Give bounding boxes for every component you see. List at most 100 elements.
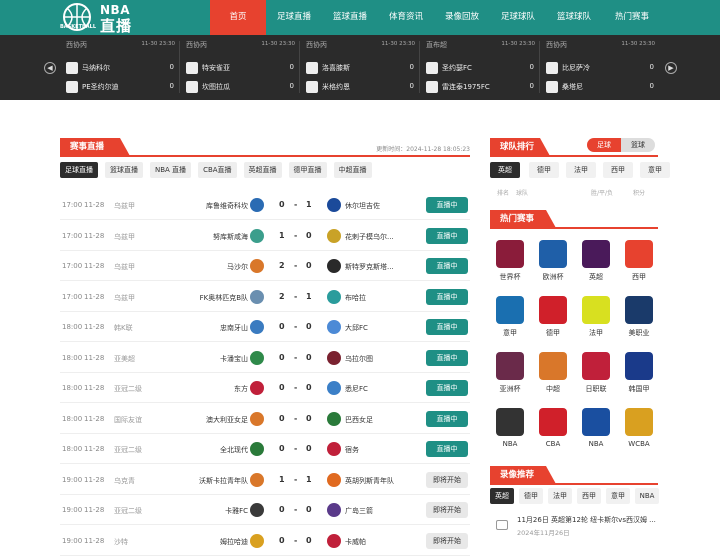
rank-tab-laliga[interactable]: 西甲 (603, 162, 633, 178)
match-row[interactable]: 18:00 11-28 亚冠二级 全北现代 0-0 宿务 直播中 (60, 434, 470, 464)
nav-basketball-live[interactable]: 篮球直播 (322, 0, 378, 35)
hot-event-item[interactable]: 意甲 (490, 294, 530, 344)
site-logo[interactable]: NBA 直播 BASKETBALL (60, 2, 166, 35)
match-row[interactable]: 18:00 11-28 韩K联 忠南牙山 0-0 大邱FC 直播中 (60, 312, 470, 342)
home-team[interactable]: 沃斯卡拉青年队 (199, 476, 248, 486)
tab-basketball-live[interactable]: 篮球直播 (105, 162, 143, 178)
away-team[interactable]: 休尔坦吉佐 (345, 201, 380, 211)
away-team[interactable]: 英胡列斯青年队 (345, 476, 394, 486)
rank-tab-seriea[interactable]: 意甲 (640, 162, 670, 178)
video-tab-nba[interactable]: NBA (635, 488, 659, 504)
video-tab-laliga[interactable]: 西甲 (577, 488, 601, 504)
switch-basketball[interactable]: 篮球 (621, 138, 655, 152)
hot-event-item[interactable]: 德甲 (533, 294, 573, 344)
ticker-game[interactable]: 西协丙 11-30 23:30 比尼萨冷 0 桑塔尼 0 (542, 35, 658, 100)
match-status-button[interactable]: 直播中 (426, 319, 468, 335)
home-team[interactable]: 全北现代 (220, 445, 248, 455)
hot-event-item[interactable]: 美职业 (619, 294, 659, 344)
home-team[interactable]: 澳大利亚女足 (206, 415, 248, 425)
nav-football-teams[interactable]: 足球球队 (490, 0, 546, 35)
match-status-button[interactable]: 直播中 (426, 227, 468, 244)
away-team[interactable]: 宿务 (345, 445, 359, 455)
match-row[interactable]: 19:00 11-28 亚冠二级 卡雅FC 0-0 广岛三箭 即将开始 (60, 495, 470, 525)
away-team[interactable]: 布哈拉 (345, 293, 366, 303)
match-row[interactable]: 17:00 11-28 乌兹甲 库鲁维奇科坎 0-1 休尔坦吉佐 直播中 (60, 190, 470, 220)
away-team[interactable]: 花剌子模乌尔... (345, 232, 394, 242)
hot-event-item[interactable]: NBA (576, 406, 616, 456)
hot-event-item[interactable]: 英超 (576, 238, 616, 288)
match-row[interactable]: 18:00 11-28 亚美超 卡潘宝山 0-0 乌拉尔图 直播中 (60, 343, 470, 373)
ticker-next-button[interactable]: ▶ (665, 62, 677, 74)
away-team[interactable]: 斯特罗克斯塔... (345, 262, 394, 272)
hot-event-item[interactable]: CBA (533, 406, 573, 456)
ticker-game[interactable]: 直布超 11-30 23:30 圣约瑟FC 0 雷连泰1975FC 0 (422, 35, 540, 100)
hot-event-item[interactable]: 亚洲杯 (490, 350, 530, 400)
home-team[interactable]: 卡潘宝山 (220, 354, 248, 364)
rank-tab-bundesliga[interactable]: 德甲 (529, 162, 559, 178)
hot-event-item[interactable]: WCBA (619, 406, 659, 456)
tab-cba-live[interactable]: CBA直播 (198, 162, 237, 178)
away-team[interactable]: 悉尼FC (345, 384, 368, 394)
tab-bundesliga-live[interactable]: 德甲直播 (288, 162, 327, 178)
nav-football-live[interactable]: 足球直播 (266, 0, 322, 35)
match-status-button[interactable]: 即将开始 (426, 471, 468, 488)
hot-event-item[interactable]: 日职联 (576, 350, 616, 400)
match-status-button[interactable]: 直播中 (426, 380, 468, 396)
tab-csl-live[interactable]: 中超直播 (333, 162, 372, 178)
away-team[interactable]: 大邱FC (345, 323, 368, 333)
match-row[interactable]: 17:00 11-28 乌兹甲 努库斯咸海 1-0 花剌子模乌尔... 直播中 (60, 221, 470, 251)
video-tab-ligue1[interactable]: 法甲 (548, 488, 572, 504)
hot-event-item[interactable]: NBA (490, 406, 530, 456)
match-row[interactable]: 18:00 11-28 国际友谊 澳大利亚女足 0-0 巴西女足 直播中 (60, 404, 470, 434)
ticker-game[interactable]: 西协丙 11-30 23:30 洛喜膝斯 0 米格约恩 0 (302, 35, 420, 100)
home-team[interactable]: 忠南牙山 (220, 323, 248, 333)
match-status-button[interactable]: 直播中 (426, 288, 468, 305)
nav-replay[interactable]: 录像回放 (434, 0, 490, 35)
match-row[interactable]: 19:00 11-28 沙特 姆拉哈迪 0-0 卡威帕 即将开始 (60, 526, 470, 556)
match-status-button[interactable]: 直播中 (426, 441, 468, 457)
hot-event-item[interactable]: 韩国甲 (619, 350, 659, 400)
hot-event-item[interactable]: 欧洲杯 (533, 238, 573, 288)
hot-event-item[interactable]: 西甲 (619, 238, 659, 288)
tab-football-live[interactable]: 足球直播 (60, 162, 98, 178)
match-status-button[interactable]: 直播中 (426, 349, 468, 366)
match-status-button[interactable]: 直播中 (426, 410, 468, 427)
match-row[interactable]: 19:00 11-28 乌克青 沃斯卡拉青年队 1-1 英胡列斯青年队 即将开始 (60, 465, 470, 495)
home-team[interactable]: 姆拉哈迪 (220, 537, 248, 547)
match-row[interactable]: 17:00 11-28 乌兹甲 FK奥林匹克B队 2-1 布哈拉 直播中 (60, 282, 470, 312)
away-team[interactable]: 卡威帕 (345, 537, 366, 547)
tab-nba-live[interactable]: NBA 直播 (150, 162, 192, 178)
video-tab-seriea[interactable]: 意甲 (606, 488, 630, 504)
home-team[interactable]: 努库斯咸海 (213, 232, 248, 242)
video-tab-epl[interactable]: 英超 (490, 488, 514, 504)
home-team[interactable]: 马沙尔 (227, 262, 248, 272)
hot-event-item[interactable]: 法甲 (576, 294, 616, 344)
nav-hot-events[interactable]: 热门赛事 (602, 0, 662, 35)
video-tab-bundesliga[interactable]: 德甲 (519, 488, 543, 504)
nav-home[interactable]: 首页 (210, 0, 266, 35)
home-team[interactable]: 卡雅FC (225, 506, 248, 516)
ticker-game[interactable]: 西协丙 11-30 23:30 马纳科尔 0 PE圣约尔迪 0 (62, 35, 180, 100)
match-status-button[interactable]: 直播中 (426, 258, 468, 274)
home-team[interactable]: FK奥林匹克B队 (200, 293, 248, 303)
tab-epl-live[interactable]: 英超直播 (243, 162, 282, 178)
hot-event-item[interactable]: 世界杯 (490, 238, 530, 288)
ticker-game[interactable]: 西协丙 11-30 23:30 特安雀亚 0 坎图拉瓜 0 (182, 35, 300, 100)
match-row[interactable]: 18:00 11-28 亚冠二级 东方 0-0 悉尼FC 直播中 (60, 373, 470, 403)
nav-basketball-teams[interactable]: 篮球球队 (546, 0, 602, 35)
home-team[interactable]: 库鲁维奇科坎 (206, 201, 248, 211)
ticker-prev-button[interactable]: ◀ (44, 62, 56, 74)
hot-event-item[interactable]: 中超 (533, 350, 573, 400)
rank-tab-ligue1[interactable]: 法甲 (566, 162, 596, 178)
home-team[interactable]: 东方 (234, 384, 248, 394)
away-team[interactable]: 乌拉尔图 (345, 354, 373, 364)
rank-tab-epl[interactable]: 英超 (490, 162, 520, 178)
away-team[interactable]: 巴西女足 (345, 415, 373, 425)
switch-football[interactable]: 足球 (587, 138, 621, 152)
match-status-button[interactable]: 即将开始 (426, 502, 468, 518)
match-status-button[interactable]: 直播中 (426, 197, 468, 213)
match-status-button[interactable]: 即将开始 (426, 532, 468, 549)
match-row[interactable]: 17:00 11-28 乌兹甲 马沙尔 2-0 斯特罗克斯塔... 直播中 (60, 251, 470, 281)
nav-sports-news[interactable]: 体育资讯 (378, 0, 434, 35)
away-team[interactable]: 广岛三箭 (345, 506, 373, 516)
